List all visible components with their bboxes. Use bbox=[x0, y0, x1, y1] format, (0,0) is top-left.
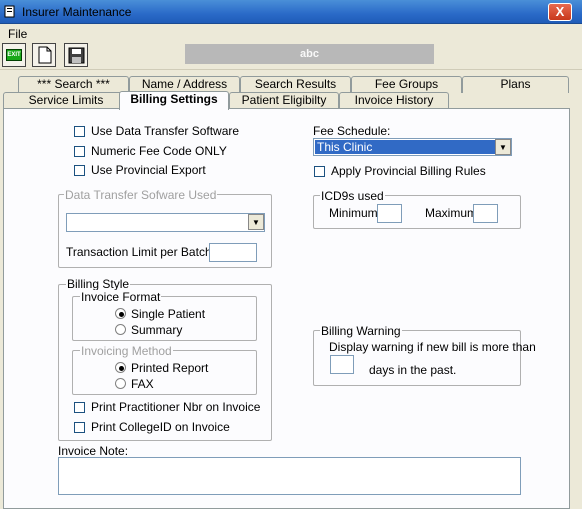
days-text: days in the past. bbox=[369, 363, 457, 377]
save-button[interactable] bbox=[64, 43, 88, 67]
printed-report-label: Printed Report bbox=[131, 361, 209, 375]
tab-plans[interactable]: Plans bbox=[462, 76, 569, 93]
floppy-disk-icon bbox=[68, 47, 85, 64]
icd9-group-label: ICD9s used bbox=[320, 189, 385, 203]
window-title: Insurer Maintenance bbox=[22, 5, 132, 19]
transaction-limit-label: Transaction Limit per Batch: bbox=[66, 245, 215, 259]
exit-icon: EXIT bbox=[6, 49, 22, 61]
maximum-label: Maximum bbox=[425, 206, 478, 220]
invoice-note-label: Invoice Note: bbox=[58, 444, 129, 458]
print-collegeid-checkbox[interactable] bbox=[74, 422, 85, 433]
printed-report-radio[interactable] bbox=[115, 362, 126, 373]
warning-text: Display warning if new bill is more than bbox=[329, 340, 536, 354]
close-button[interactable]: X bbox=[548, 3, 572, 21]
print-practitioner-label: Print Practitioner Nbr on Invoice bbox=[91, 400, 261, 414]
menu-file[interactable]: File bbox=[8, 27, 27, 41]
numeric-fee-code-checkbox[interactable] bbox=[74, 146, 85, 157]
right-edge bbox=[570, 75, 582, 509]
new-document-icon bbox=[38, 46, 52, 64]
menu-bar: File bbox=[0, 24, 582, 42]
print-practitioner-checkbox[interactable] bbox=[74, 402, 85, 413]
icd9-maximum-input[interactable] bbox=[473, 204, 498, 223]
title-bar: Insurer Maintenance X bbox=[0, 0, 582, 24]
apply-provincial-checkbox[interactable] bbox=[314, 166, 325, 177]
tab-search[interactable]: *** Search *** bbox=[18, 76, 129, 93]
icd9-minimum-input[interactable] bbox=[377, 204, 402, 223]
tab-search-results[interactable]: Search Results bbox=[240, 76, 351, 93]
window-icon bbox=[4, 5, 15, 18]
new-button[interactable] bbox=[32, 43, 56, 67]
fee-schedule-value: This Clinic bbox=[315, 140, 495, 154]
summary-label: Summary bbox=[131, 323, 183, 337]
numeric-fee-code-label: Numeric Fee Code ONLY bbox=[91, 144, 227, 158]
invoice-note-textarea[interactable] bbox=[58, 457, 521, 495]
tab-fee-groups[interactable]: Fee Groups bbox=[351, 76, 462, 93]
billing-style-label: Billing Style bbox=[66, 277, 131, 291]
summary-radio[interactable] bbox=[115, 324, 126, 335]
exit-button[interactable]: EXIT bbox=[2, 43, 26, 67]
print-collegeid-label: Print CollegeID on Invoice bbox=[91, 420, 230, 434]
data-transfer-group-label: Data Transfer Sofware Used bbox=[64, 188, 218, 202]
minimum-label: Minimum bbox=[329, 206, 378, 220]
single-patient-label: Single Patient bbox=[131, 307, 206, 321]
transaction-limit-input[interactable] bbox=[209, 243, 257, 262]
apply-provincial-label: Apply Provincial Billing Rules bbox=[331, 164, 486, 178]
fax-radio[interactable] bbox=[115, 378, 126, 389]
tab-billing-settings[interactable]: Billing Settings bbox=[119, 91, 229, 110]
billing-settings-panel: Use Data Transfer Software Numeric Fee C… bbox=[3, 108, 570, 509]
fee-schedule-select[interactable]: This Clinic ▼ bbox=[313, 138, 512, 156]
fee-schedule-label: Fee Schedule: bbox=[313, 124, 391, 138]
use-provincial-export-checkbox[interactable] bbox=[74, 165, 85, 176]
use-data-transfer-checkbox[interactable] bbox=[74, 126, 85, 137]
warning-days-input[interactable] bbox=[330, 355, 354, 374]
data-transfer-software-select[interactable]: ▼ bbox=[66, 213, 265, 232]
record-name-display: abc bbox=[185, 44, 434, 64]
tab-service-limits[interactable]: Service Limits bbox=[3, 92, 129, 109]
use-data-transfer-label: Use Data Transfer Software bbox=[91, 124, 240, 138]
invoicing-method-label: Invoicing Method bbox=[80, 344, 173, 358]
toolbar: EXIT abc bbox=[0, 42, 582, 70]
single-patient-radio[interactable] bbox=[115, 308, 126, 319]
chevron-down-icon[interactable]: ▼ bbox=[495, 139, 511, 155]
billing-warning-label: Billing Warning bbox=[320, 324, 402, 338]
fax-label: FAX bbox=[131, 377, 154, 391]
use-provincial-export-label: Use Provincial Export bbox=[91, 163, 206, 177]
tab-patient-eligibility[interactable]: Patient Eligibilty bbox=[229, 92, 339, 109]
chevron-down-icon[interactable]: ▼ bbox=[248, 214, 264, 230]
tab-invoice-history[interactable]: Invoice History bbox=[339, 92, 449, 109]
invoice-format-label: Invoice Format bbox=[80, 290, 162, 304]
